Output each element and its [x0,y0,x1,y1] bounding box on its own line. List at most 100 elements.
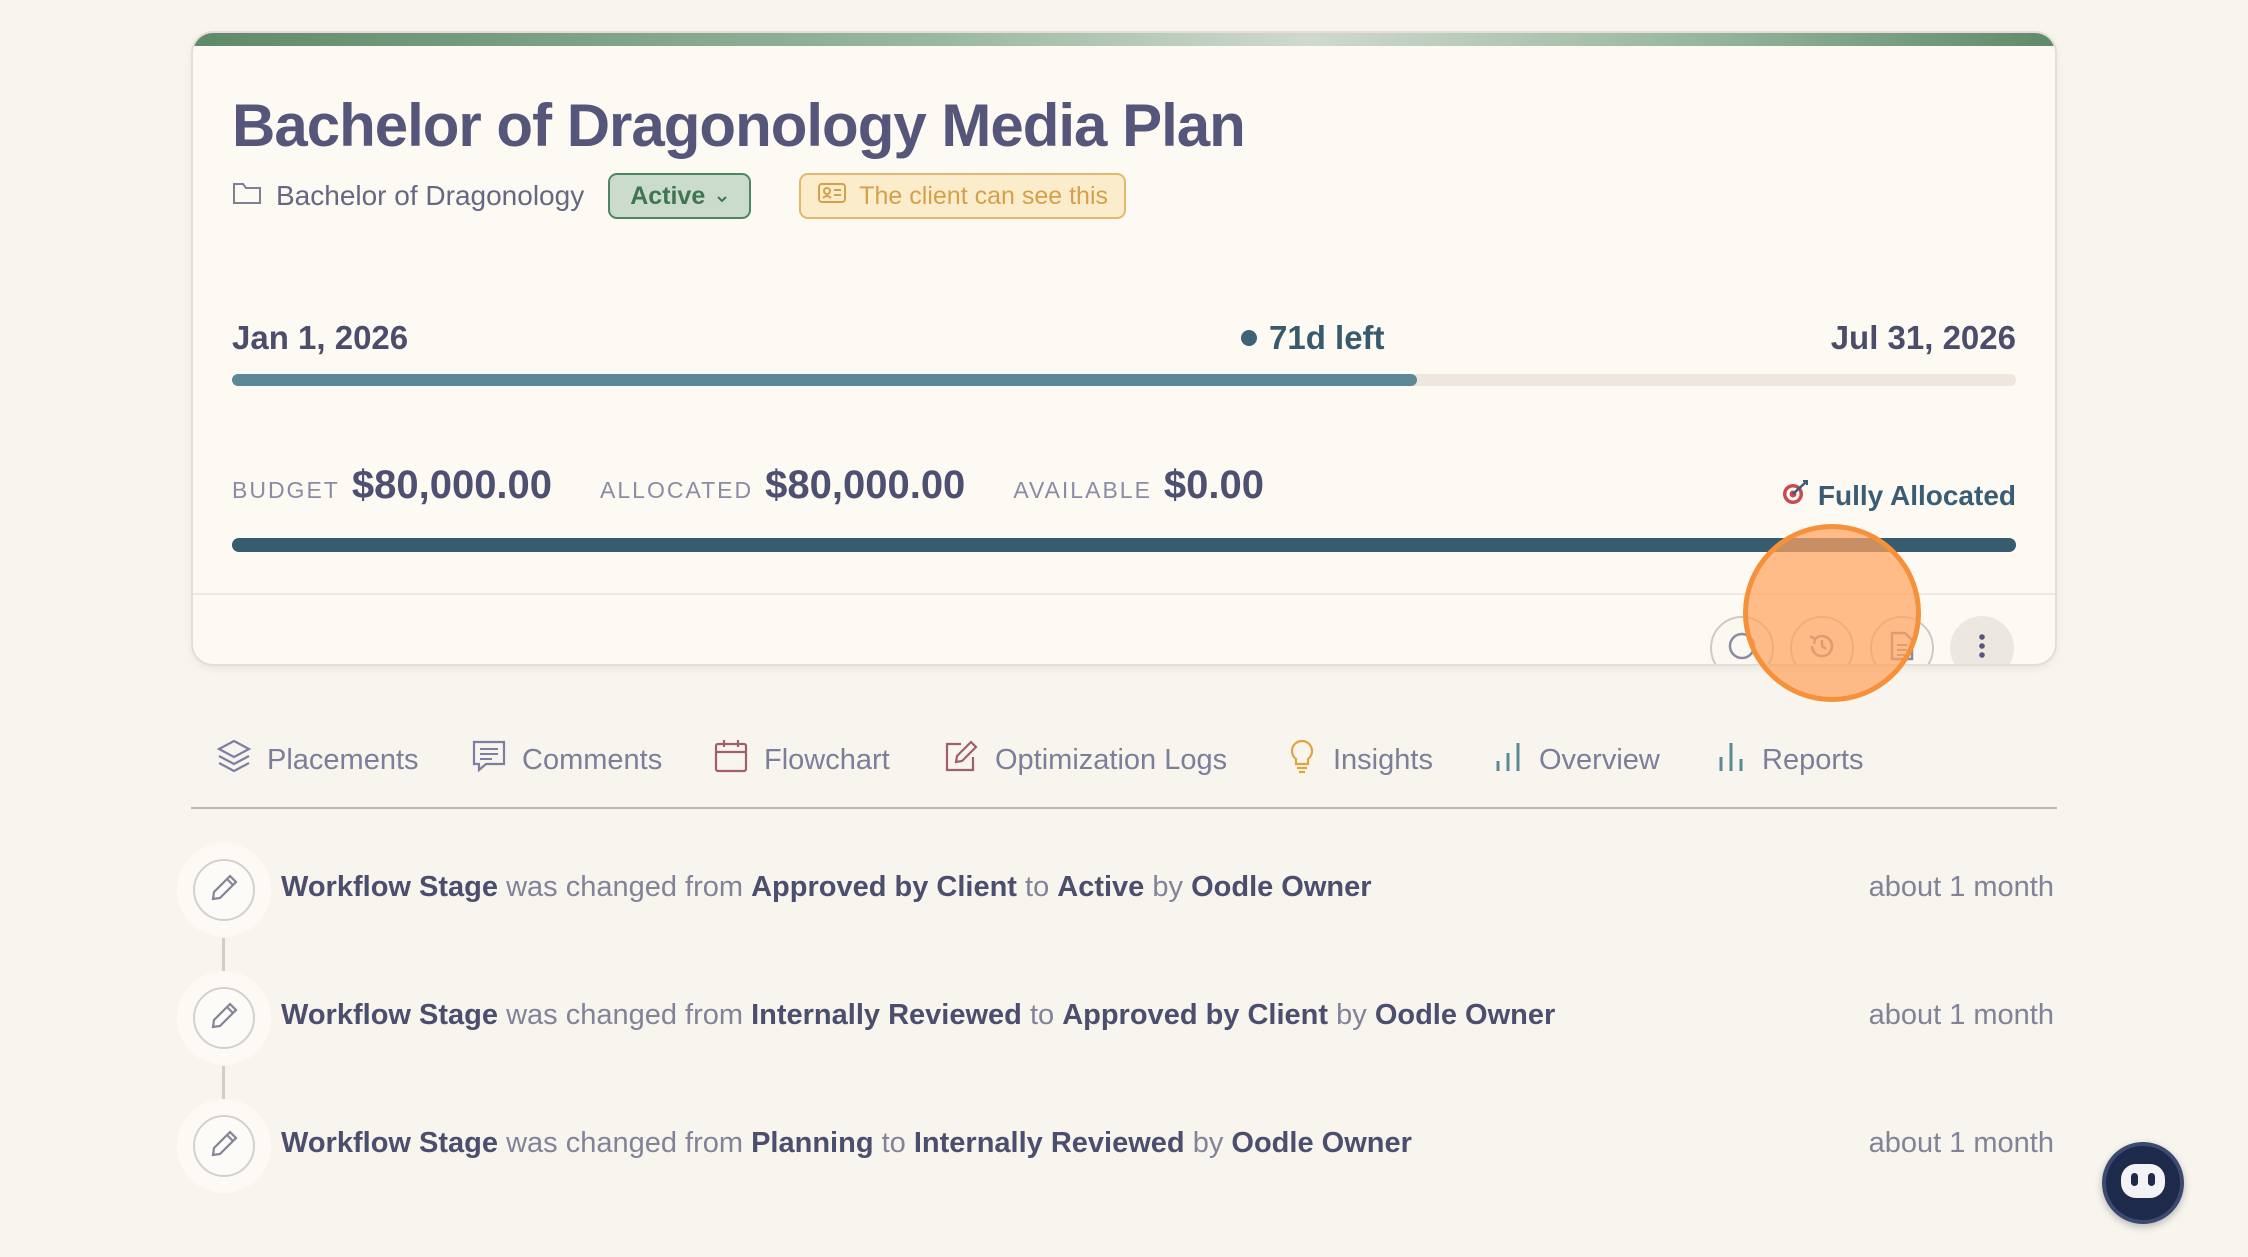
activity-to: Active [1057,871,1145,903]
tab-label: Reports [1762,743,1864,776]
bar-chart-icon [1491,737,1525,783]
pencil-icon [208,1128,240,1165]
card-divider [193,593,2055,595]
robot-icon [2117,1158,2169,1209]
tab-insights[interactable]: Insights [1285,735,1433,785]
budget-allocation-fill [232,538,2016,552]
card-accent-bar [193,33,2055,46]
tab-overview[interactable]: Overview [1491,735,1660,785]
tab-flowchart[interactable]: Flowchart [712,735,890,785]
activity-by-word: by [1192,1127,1224,1159]
page-title: Bachelor of Dragonology Media Plan [232,92,1246,159]
days-remaining-label: 71d left [1269,319,1385,356]
comment-icon [470,737,508,783]
activity-user: Oodle Owner [1191,871,1372,903]
activity-icon [177,843,271,937]
activity-from: Approved by Client [751,871,1017,903]
activity-text: Workflow Stage was changed from Internal… [281,999,1555,1032]
activity-time: about 1 month [1868,871,2054,903]
budget-label: BUDGET [232,477,340,503]
tab-label: Insights [1333,743,1433,776]
tab-label: Placements [267,743,419,776]
activity-to-word: to [1025,871,1050,903]
folder-icon [232,180,262,213]
activity-to-word: to [881,1127,906,1159]
target-icon [1780,477,1810,514]
activity-from: Internally Reviewed [751,999,1022,1031]
activity-text: Workflow Stage was changed from Approved… [281,871,1372,904]
status-label: Active [630,181,706,210]
allocated-label: ALLOCATED [600,477,754,503]
activity-from: Planning [751,1127,874,1159]
calendar-icon [712,737,750,783]
tab-placements[interactable]: Placements [215,735,419,785]
activity-icon [177,1099,271,1193]
activity-field: Workflow Stage [281,999,498,1031]
edit-icon [943,737,981,783]
timeline-connector [222,938,225,972]
activity-verb: was changed from [506,871,744,903]
activity-to: Approved by Client [1062,999,1329,1031]
activity-time: about 1 month [1868,999,2054,1031]
more-options-button[interactable] [1950,616,2014,665]
id-card-icon [817,182,847,211]
activity-verb: was changed from [506,1127,744,1159]
folder-link[interactable]: Bachelor of Dragonology [232,180,584,213]
activity-user: Oodle Owner [1231,1127,1412,1159]
media-plan-card: Bachelor of Dragonology Media Plan Bache… [191,31,2057,666]
activity-text: Workflow Stage was changed from Planning… [281,1127,1412,1160]
pencil-icon [208,1000,240,1037]
flight-end-date: Jul 31, 2026 [1830,319,2016,356]
tab-label: Flowchart [764,743,890,776]
layers-icon [215,737,253,783]
status-dropdown[interactable]: Active [608,173,752,219]
more-vertical-icon [1977,631,1987,665]
timeline-connector [222,1066,225,1100]
tab-comments[interactable]: Comments [470,735,662,785]
pencil-icon [208,872,240,909]
activity-icon [177,971,271,1065]
activity-by-word: by [1336,999,1367,1031]
info-button[interactable] [1710,616,1774,665]
folder-name: Bachelor of Dragonology [276,180,585,211]
tab-reports[interactable]: Reports [1714,735,1864,785]
history-button[interactable] [1790,616,1854,665]
status-dot-icon [1241,330,1257,346]
client-visibility-label: The client can see this [859,181,1108,210]
timeline-progress-fill [232,374,1417,386]
activity-field: Workflow Stage [281,871,498,903]
days-remaining: 71d left [1241,319,1385,357]
tab-label: Overview [1539,743,1660,776]
activity-time: about 1 month [1868,1127,2054,1159]
tab-bar: Placements Comments Flowchart Optimizati… [191,735,2057,809]
budget-summary: BUDGET $80,000.00 ALLOCATED $80,000.00 A… [232,463,1312,508]
allocation-status-label: Fully Allocated [1817,479,2016,511]
activity-to: Internally Reviewed [913,1127,1185,1159]
document-button[interactable] [1870,616,1934,665]
timeline-progress [232,374,2016,386]
tab-label: Comments [522,743,663,776]
activity-to-word: to [1029,999,1055,1031]
plan-meta-row: Bachelor of Dragonology Active The clien… [232,171,1126,221]
available-value: $0.00 [1163,463,1265,507]
tab-optimization-logs[interactable]: Optimization Logs [943,735,1227,785]
lightbulb-icon [1285,737,1319,783]
tab-label: Optimization Logs [995,743,1228,776]
allocated-value: $80,000.00 [765,463,966,507]
info-icon [1726,630,1758,665]
activity-field: Workflow Stage [281,1127,498,1159]
bar-chart-icon [1714,737,1748,783]
history-icon [1806,630,1838,665]
activity-user: Oodle Owner [1374,999,1556,1031]
budget-value: $80,000.00 [351,463,553,507]
budget-allocation-bar [232,538,2016,552]
available-label: AVAILABLE [1013,477,1152,503]
activity-by-word: by [1152,871,1184,903]
activity-verb: was changed from [506,999,744,1031]
allocation-status: Fully Allocated [1780,477,2016,514]
document-icon [1888,630,1916,665]
chevron-down-icon [715,182,729,211]
client-visibility-badge[interactable]: The client can see this [799,173,1126,219]
assistant-chat-button[interactable] [2102,1142,2184,1224]
flight-start-date: Jan 1, 2026 [232,319,409,356]
